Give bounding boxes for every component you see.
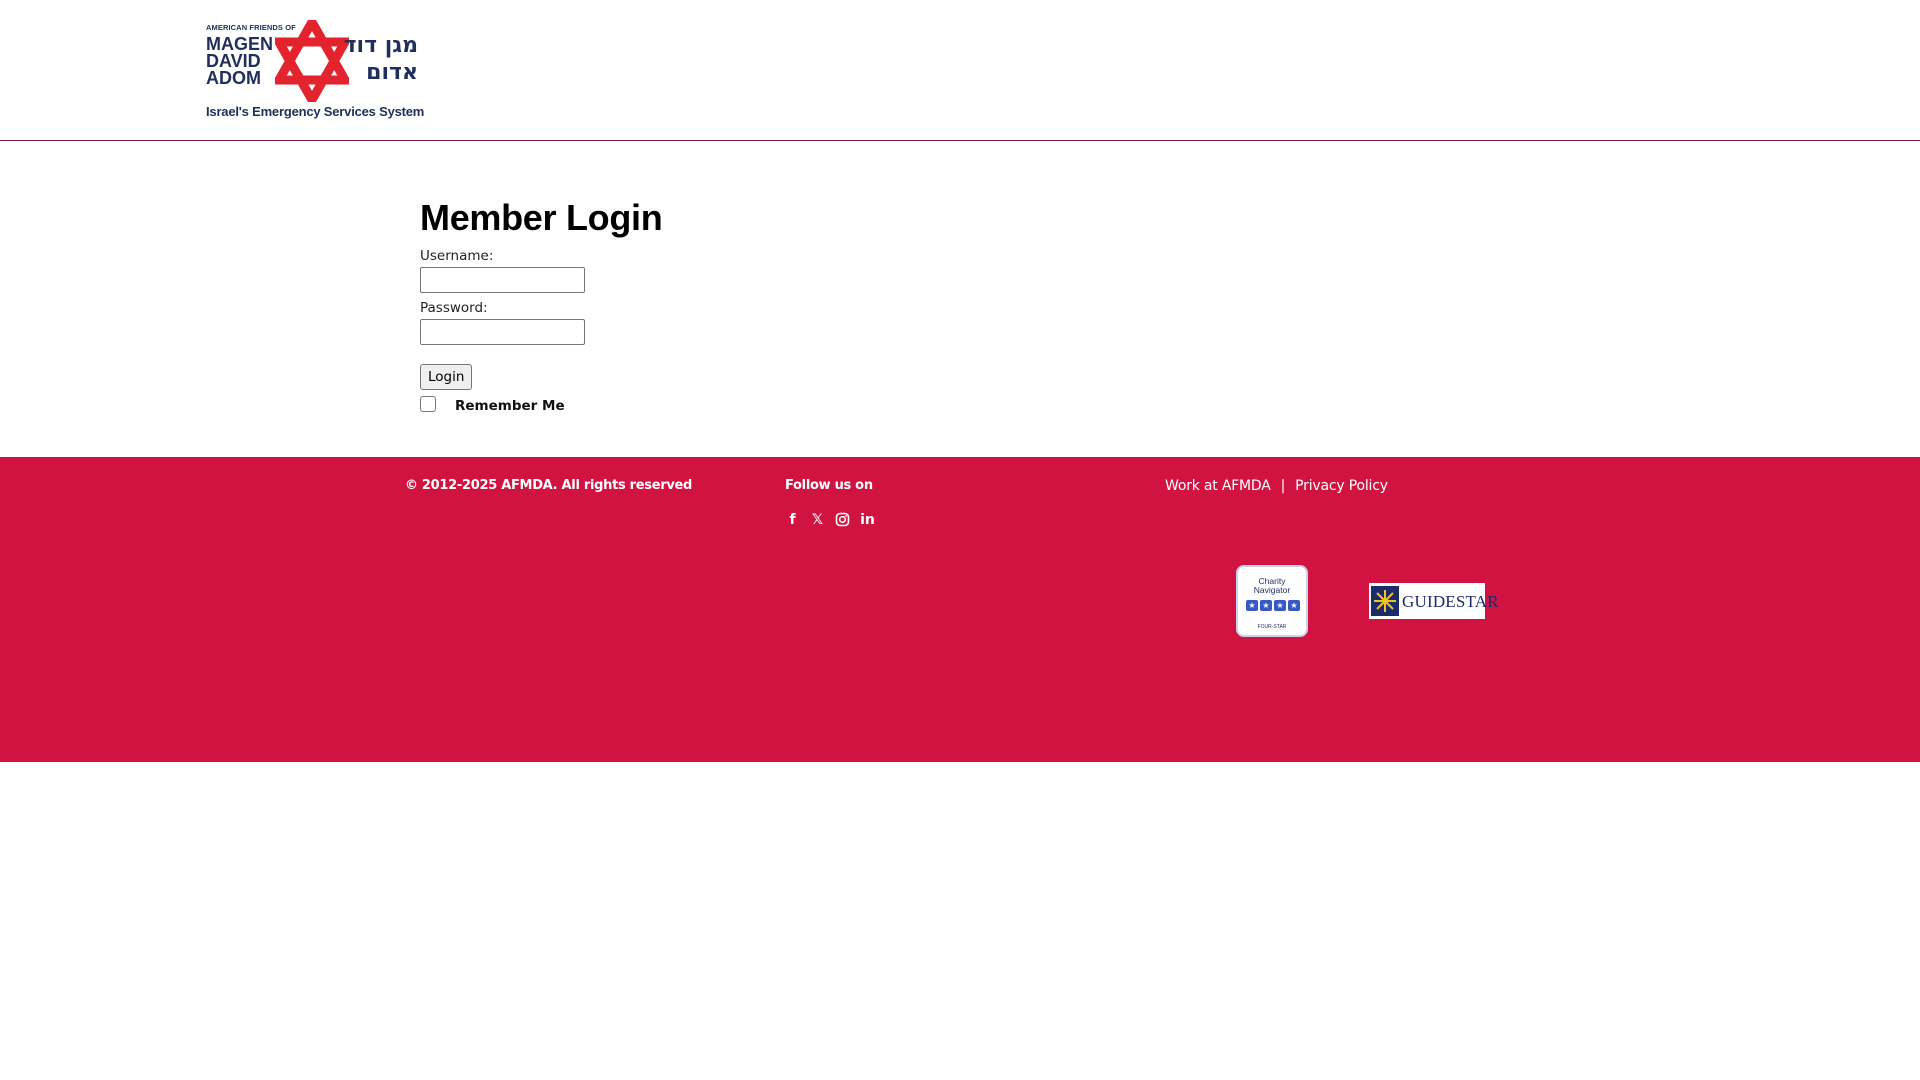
logo-line-adom: ADOM	[206, 68, 261, 88]
charity-star-rating: ★ ★ ★ ★	[1246, 600, 1300, 611]
linkedin-icon[interactable]: in	[860, 512, 875, 528]
star-of-david-icon	[275, 20, 349, 102]
username-label: Username:	[420, 248, 494, 264]
charity-badge-rating: FOUR-STAR	[1257, 624, 1287, 630]
logo-hebrew-line1: מגן דוד	[343, 33, 418, 58]
facebook-icon[interactable]: f	[785, 512, 800, 528]
star-icon: ★	[1260, 600, 1272, 611]
star-icon: ★	[1246, 600, 1258, 611]
page-title: Member Login	[420, 197, 663, 238]
social-links: f 𝕏 in	[785, 512, 875, 528]
password-field[interactable]	[420, 319, 585, 345]
remember-me-row: Remember Me	[420, 396, 662, 416]
site-footer: © 2012-2025 AFMDA. All rights reserved F…	[0, 457, 1920, 762]
guidestar-badge[interactable]: GUIDESTAR	[1369, 583, 1499, 619]
link-separator: |	[1280, 478, 1286, 494]
charity-navigator-badge[interactable]: Charity Navigator ★ ★ ★ ★ FOUR-STAR	[1236, 565, 1308, 637]
logo-tagline: Israel's Emergency Services System	[206, 104, 425, 119]
star-icon: ★	[1274, 600, 1286, 611]
remember-me-label: Remember Me	[455, 398, 565, 414]
charity-badge-line2: Navigator	[1253, 585, 1291, 595]
footer-links: Work at AFMDA | Privacy Policy	[1165, 478, 1388, 494]
guidestar-label: GUIDESTAR	[1402, 592, 1499, 611]
remember-me-checkbox[interactable]	[420, 396, 436, 412]
logo-hebrew-line2: אדום	[366, 60, 418, 85]
copyright-text: © 2012-2025 AFMDA. All rights reserved	[405, 478, 693, 493]
work-at-afmda-link[interactable]: Work at AFMDA	[1165, 478, 1271, 494]
username-field[interactable]	[420, 267, 585, 293]
x-twitter-icon[interactable]: 𝕏	[810, 512, 825, 528]
guidestar-star-icon	[1371, 586, 1399, 616]
site-header: AMERICAN FRIENDS OF MAGEN DAVID ADOM מגן…	[0, 0, 1920, 141]
privacy-policy-link[interactable]: Privacy Policy	[1295, 478, 1388, 494]
login-button[interactable]: Login	[420, 364, 473, 390]
password-label: Password:	[420, 300, 488, 316]
instagram-icon[interactable]	[835, 512, 850, 528]
star-icon: ★	[1288, 600, 1300, 611]
afmda-logo[interactable]: AMERICAN FRIENDS OF MAGEN DAVID ADOM מגן…	[206, 20, 424, 120]
login-form: Member Login Username: Password: Login R…	[420, 196, 663, 416]
follow-us-label: Follow us on	[785, 478, 873, 493]
